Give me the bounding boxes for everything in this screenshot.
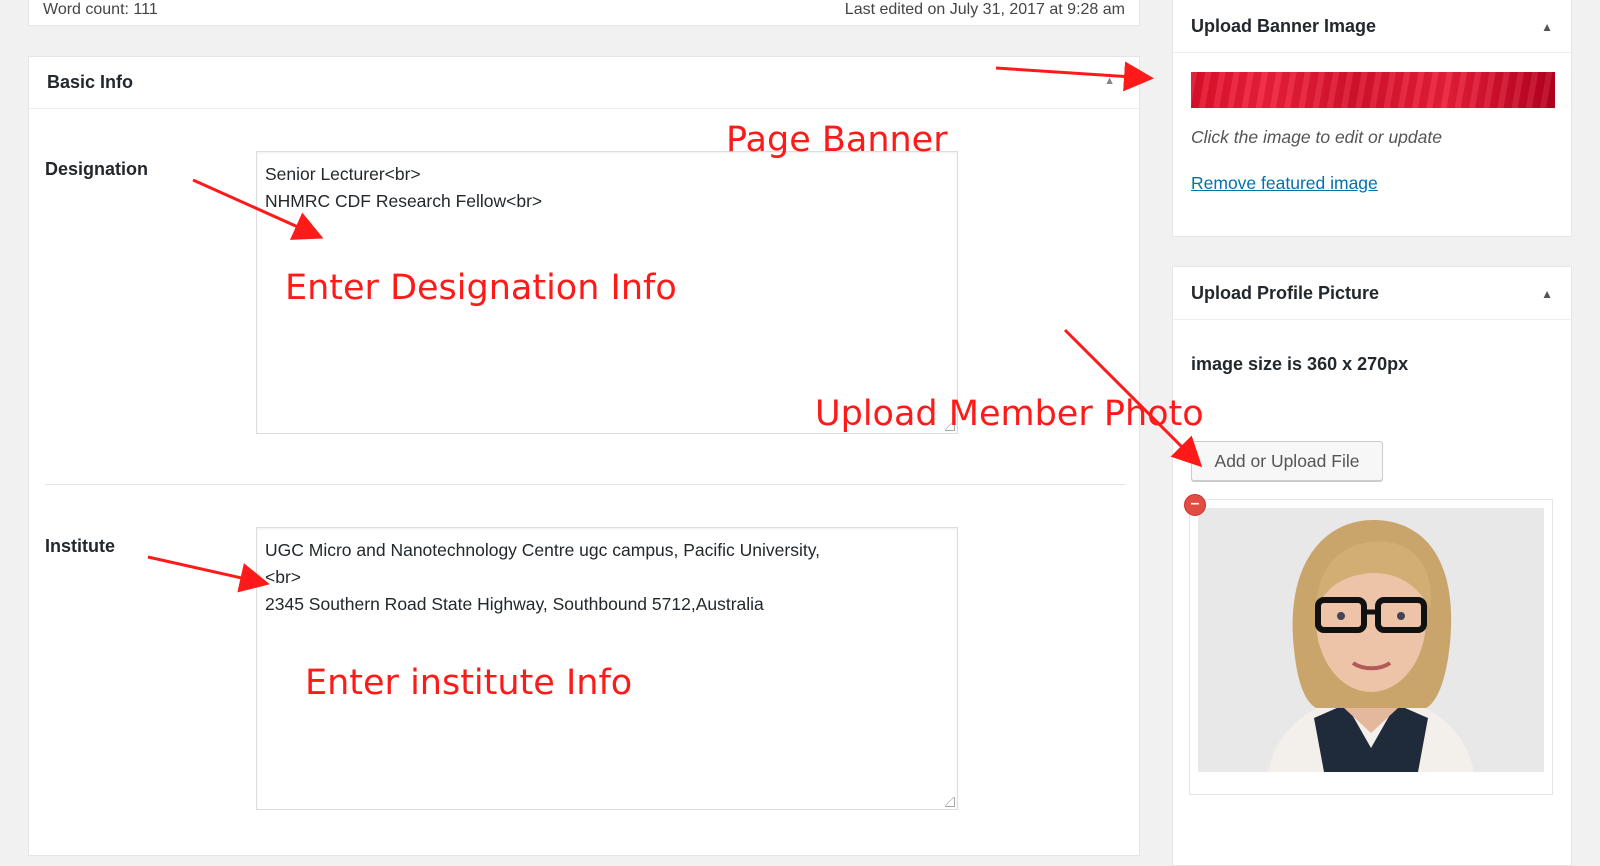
profile-photo-frame: – [1184, 494, 1553, 795]
annotation-designation: Enter Designation Info [285, 268, 677, 308]
profile-picture-header[interactable]: Upload Profile Picture ▲ [1173, 267, 1571, 320]
add-upload-file-button[interactable]: Add or Upload File [1191, 441, 1383, 481]
annotation-upload-photo: Upload Member Photo [815, 394, 1204, 434]
minus-circle-icon[interactable]: – [1184, 494, 1206, 516]
banner-image[interactable] [1191, 72, 1555, 108]
banner-hint: Click the image to edit or update [1191, 127, 1442, 147]
profile-picture-box: Upload Profile Picture ▲ image size is 3… [1172, 266, 1572, 866]
profile-picture-title: Upload Profile Picture [1191, 283, 1380, 303]
designation-label: Designation [45, 159, 149, 179]
last-edited: Last edited on July 31, 2017 at 9:28 am [844, 1, 1125, 18]
banner-image-box: Upload Banner Image ▲ Click the image to… [1172, 0, 1572, 237]
institute-line: UGC Micro and Nanotechnology Centre ugc … [265, 540, 821, 560]
editor-status-bar: Word count: 111 Last edited on July 31, … [28, 0, 1140, 26]
field-divider [45, 484, 1125, 485]
remove-featured-image-link[interactable]: Remove featured image [1191, 173, 1378, 194]
banner-image-header[interactable]: Upload Banner Image ▲ [1173, 0, 1571, 53]
designation-line: NHMRC CDF Research Fellow<br> [265, 191, 543, 211]
resize-handle-icon[interactable] [945, 797, 955, 807]
triangle-up-icon[interactable]: ▲ [1104, 75, 1115, 87]
designation-line: Senior Lecturer<br> [265, 164, 421, 184]
profile-photo[interactable] [1198, 508, 1544, 772]
triangle-up-icon[interactable]: ▲ [1541, 20, 1553, 34]
basic-info-header[interactable]: Basic Info ▲ [29, 57, 1139, 109]
basic-info-title: Basic Info [47, 72, 134, 92]
image-size-note: image size is 360 x 270px [1191, 354, 1409, 374]
institute-line: <br> [265, 567, 301, 587]
institute-label: Institute [45, 536, 115, 556]
annotation-page-banner: Page Banner [726, 120, 948, 160]
banner-image-title: Upload Banner Image [1191, 16, 1377, 36]
annotation-institute: Enter institute Info [305, 663, 633, 703]
word-count: Word count: 111 [43, 1, 158, 18]
triangle-up-icon[interactable]: ▲ [1541, 287, 1553, 301]
institute-line: 2345 Southern Road State Highway, Southb… [265, 594, 764, 614]
person-portrait-icon [1268, 520, 1474, 772]
